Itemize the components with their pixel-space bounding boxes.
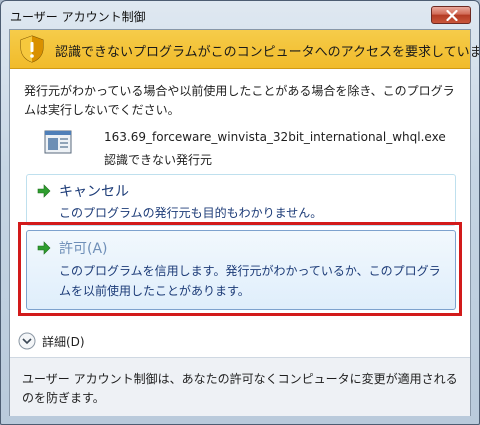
title-bar[interactable]: ユーザー アカウント制御 — [1, 1, 479, 29]
program-publisher: 認識できない発行元 — [104, 153, 213, 167]
allow-option-title: 許可(A) — [59, 241, 108, 257]
allow-option-button[interactable]: 許可(A) このプログラムを信用します。発行元がわかっているか、このプログラムを… — [26, 230, 456, 310]
cancel-option-title: キャンセル — [59, 184, 129, 200]
close-icon — [446, 10, 458, 21]
green-arrow-icon — [37, 184, 51, 198]
chevron-down-icon — [18, 332, 36, 350]
green-arrow-icon — [37, 241, 51, 255]
footer-text: ユーザー アカウント制御は、あなたの許可なくコンピュータに変更が適用されるのを防… — [22, 372, 458, 405]
cancel-option-button[interactable]: キャンセル このプログラムの発行元も目的もわかりません。 — [26, 174, 456, 226]
warning-message: 発行元がわかっている場合や以前使用したことがある場合を除き、このプログラムは実行… — [24, 84, 455, 117]
program-file-name: 163.69_forceware_winvista_32bit_internat… — [104, 130, 446, 144]
shield-warning-icon — [20, 35, 44, 63]
warning-banner: 認識できないプログラムがこのコンピュータへのアクセスを要求しています — [10, 30, 479, 69]
allow-option-description: このプログラムを信用します。発行元がわかっているか、このプログラムを以前使用した… — [59, 264, 441, 298]
cancel-option-description: このプログラムの発行元も目的もわかりません。 — [59, 206, 323, 220]
details-label: 詳細(D) — [42, 335, 85, 349]
program-file-icon — [44, 130, 72, 154]
window-title: ユーザー アカウント制御 — [10, 10, 146, 24]
uac-dialog: ユーザー アカウント制御 認識できないプログラムがこのコンピュータへのアクセスを… — [0, 0, 480, 425]
close-button[interactable] — [431, 6, 471, 24]
banner-text: 認識できないプログラムがこのコンピュータへのアクセスを要求しています — [55, 45, 480, 60]
footer-panel: ユーザー アカウント制御は、あなたの許可なくコンピュータに変更が適用されるのを防… — [10, 357, 470, 416]
dialog-content: 認識できないプログラムがこのコンピュータへのアクセスを要求しています 発行元がわ… — [9, 29, 479, 416]
